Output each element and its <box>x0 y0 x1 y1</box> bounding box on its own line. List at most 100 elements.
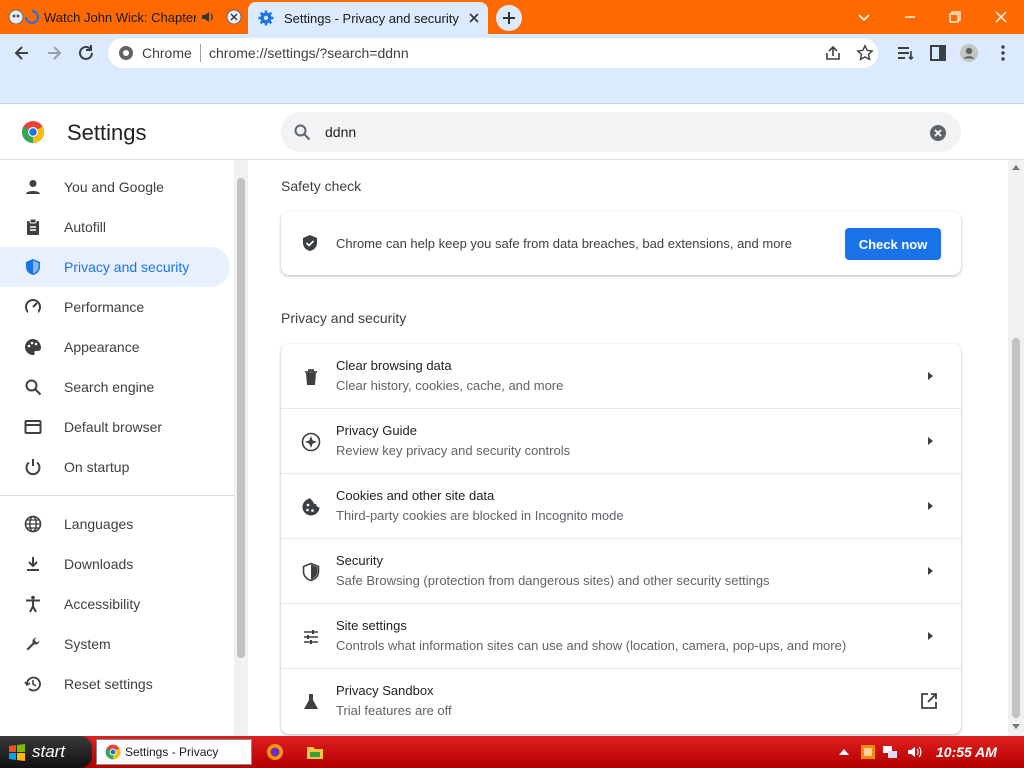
sidebar-item-label: Search engine <box>64 379 155 395</box>
start-label: start <box>32 742 66 761</box>
address-bar[interactable]: Chrome chrome://settings/?search=ddnn <box>108 38 878 68</box>
arrow-right-icon <box>928 632 933 640</box>
settings-sidebar: You and Google Autofill Privacy and secu… <box>0 160 234 736</box>
accessibility-icon <box>26 595 40 613</box>
video-favicon-icon <box>8 9 24 25</box>
back-arrow-icon[interactable] <box>12 43 32 63</box>
palette-icon <box>25 339 41 355</box>
tray-app-icon[interactable] <box>860 744 876 760</box>
main-scrollbar[interactable] <box>1008 160 1024 736</box>
forward-arrow-icon[interactable] <box>44 43 64 63</box>
sidebar-item-privacy-and-security[interactable]: Privacy and security <box>0 247 230 287</box>
more-vertical-icon[interactable] <box>993 43 1013 63</box>
row-security[interactable]: Security Safe Browsing (protection from … <box>281 539 961 604</box>
globe-icon <box>24 515 42 533</box>
settings-search-input[interactable] <box>325 121 885 143</box>
tab-title: Watch John Wick: Chapter <box>44 10 196 25</box>
cookie-icon <box>302 498 320 516</box>
settings-gear-icon <box>258 10 274 26</box>
side-panel-icon[interactable] <box>928 43 948 63</box>
profile-avatar-icon[interactable] <box>959 43 979 63</box>
omnibox-separator <box>200 44 201 62</box>
omnibox-url[interactable]: chrome://settings/?search=ddnn <box>209 45 409 61</box>
sidebar-item-default-browser[interactable]: Default browser <box>0 407 230 447</box>
settings-main: Safety check Chrome can help keep you sa… <box>248 160 1008 736</box>
sidebar-item-you-and-google[interactable]: You and Google <box>0 167 230 207</box>
restore-button[interactable] <box>943 5 967 29</box>
network-icon[interactable] <box>882 744 898 760</box>
taskbar-clock: 10:55 AM <box>936 744 997 760</box>
row-title: Security <box>336 553 383 568</box>
row-privacy-guide[interactable]: Privacy Guide Review key privacy and sec… <box>281 409 961 474</box>
arrow-right-icon <box>928 567 933 575</box>
folder-icon[interactable] <box>306 743 324 761</box>
settings-header: Settings <box>0 104 1024 160</box>
tab-title: Settings - Privacy and security <box>284 11 459 26</box>
check-now-button[interactable]: Check now <box>845 228 941 260</box>
arrow-right-icon <box>928 502 933 510</box>
sidebar-item-performance[interactable]: Performance <box>0 287 230 327</box>
scroll-up-icon[interactable] <box>1012 164 1020 172</box>
sidebar-item-system[interactable]: System <box>0 624 230 664</box>
chrome-logo-icon <box>105 744 121 760</box>
sidebar-item-accessibility[interactable]: Accessibility <box>0 584 230 624</box>
chrome-page-icon[interactable] <box>118 45 134 61</box>
volume-icon[interactable] <box>906 744 922 760</box>
sidebar-item-autofill[interactable]: Autofill <box>0 207 230 247</box>
taskbar: start Settings - Privacy 10:55 AM <box>0 736 1024 768</box>
new-tab-button[interactable] <box>496 5 522 31</box>
safety-check-text: Chrome can help keep you safe from data … <box>336 236 792 251</box>
taskbar-window-label: Settings - Privacy <box>125 745 219 759</box>
firefox-icon[interactable] <box>266 743 284 761</box>
minimize-icon <box>905 16 915 18</box>
chrome-logo-icon <box>22 121 44 143</box>
arrow-right-icon <box>928 372 933 380</box>
row-site-settings[interactable]: Site settings Controls what information … <box>281 604 961 669</box>
tab-watch-john-wick[interactable]: Watch John Wick: Chapter <box>0 0 244 34</box>
sidebar-item-appearance[interactable]: Appearance <box>0 327 230 367</box>
sidebar-item-on-startup[interactable]: On startup <box>0 447 230 487</box>
sidebar-item-reset-settings[interactable]: Reset settings <box>0 664 230 704</box>
settings-search-box[interactable] <box>281 112 961 152</box>
scrollbar-thumb[interactable] <box>237 178 245 658</box>
row-clear-browsing-data[interactable]: Clear browsing data Clear history, cooki… <box>281 344 961 409</box>
start-button[interactable]: start <box>0 736 92 768</box>
scroll-down-icon[interactable] <box>1012 722 1020 730</box>
sidebar-scrollbar[interactable] <box>234 160 248 736</box>
omnibox-chip: Chrome <box>142 45 192 61</box>
sidebar-item-label: Autofill <box>64 219 107 235</box>
close-tab-icon[interactable] <box>466 10 482 26</box>
reload-icon[interactable] <box>76 43 96 63</box>
taskbar-chrome-window[interactable]: Settings - Privacy <box>96 739 252 765</box>
row-title: Cookies and other site data <box>336 488 495 503</box>
minimize-button[interactable] <box>898 5 922 29</box>
row-cookies[interactable]: Cookies and other site data Third-party … <box>281 474 961 539</box>
row-title: Site settings <box>336 618 407 633</box>
clear-search-icon[interactable] <box>929 124 947 142</box>
reading-list-icon[interactable] <box>896 43 916 63</box>
sidebar-item-label: System <box>64 636 111 652</box>
sidebar-item-search-engine[interactable]: Search engine <box>0 367 230 407</box>
share-icon[interactable] <box>824 44 842 62</box>
sidebar-item-downloads[interactable]: Downloads <box>0 544 230 584</box>
speaker-icon <box>202 12 213 22</box>
tab-settings[interactable]: Settings - Privacy and security <box>248 2 488 34</box>
sidebar-item-languages[interactable]: Languages <box>0 504 230 544</box>
bookmark-star-icon[interactable] <box>856 44 874 62</box>
sidebar-item-label: You and Google <box>64 179 164 195</box>
row-title: Privacy Guide <box>336 423 417 438</box>
scrollbar-thumb[interactable] <box>1012 338 1020 718</box>
tab-search-button[interactable] <box>852 5 876 29</box>
search-icon <box>294 124 311 141</box>
shield-icon <box>26 259 40 275</box>
close-tab-icon[interactable] <box>226 9 242 25</box>
close-window-button[interactable] <box>989 5 1013 29</box>
sidebar-item-label: Appearance <box>64 339 140 355</box>
sidebar-item-label: Default browser <box>64 419 163 435</box>
person-icon <box>26 180 40 194</box>
sidebar-item-label: Downloads <box>64 556 134 572</box>
sliders-icon <box>304 630 318 644</box>
row-privacy-sandbox[interactable]: Privacy Sandbox Trial features are off <box>281 669 961 734</box>
tray-expand-icon[interactable] <box>836 744 852 760</box>
sidebar-divider <box>0 495 234 496</box>
